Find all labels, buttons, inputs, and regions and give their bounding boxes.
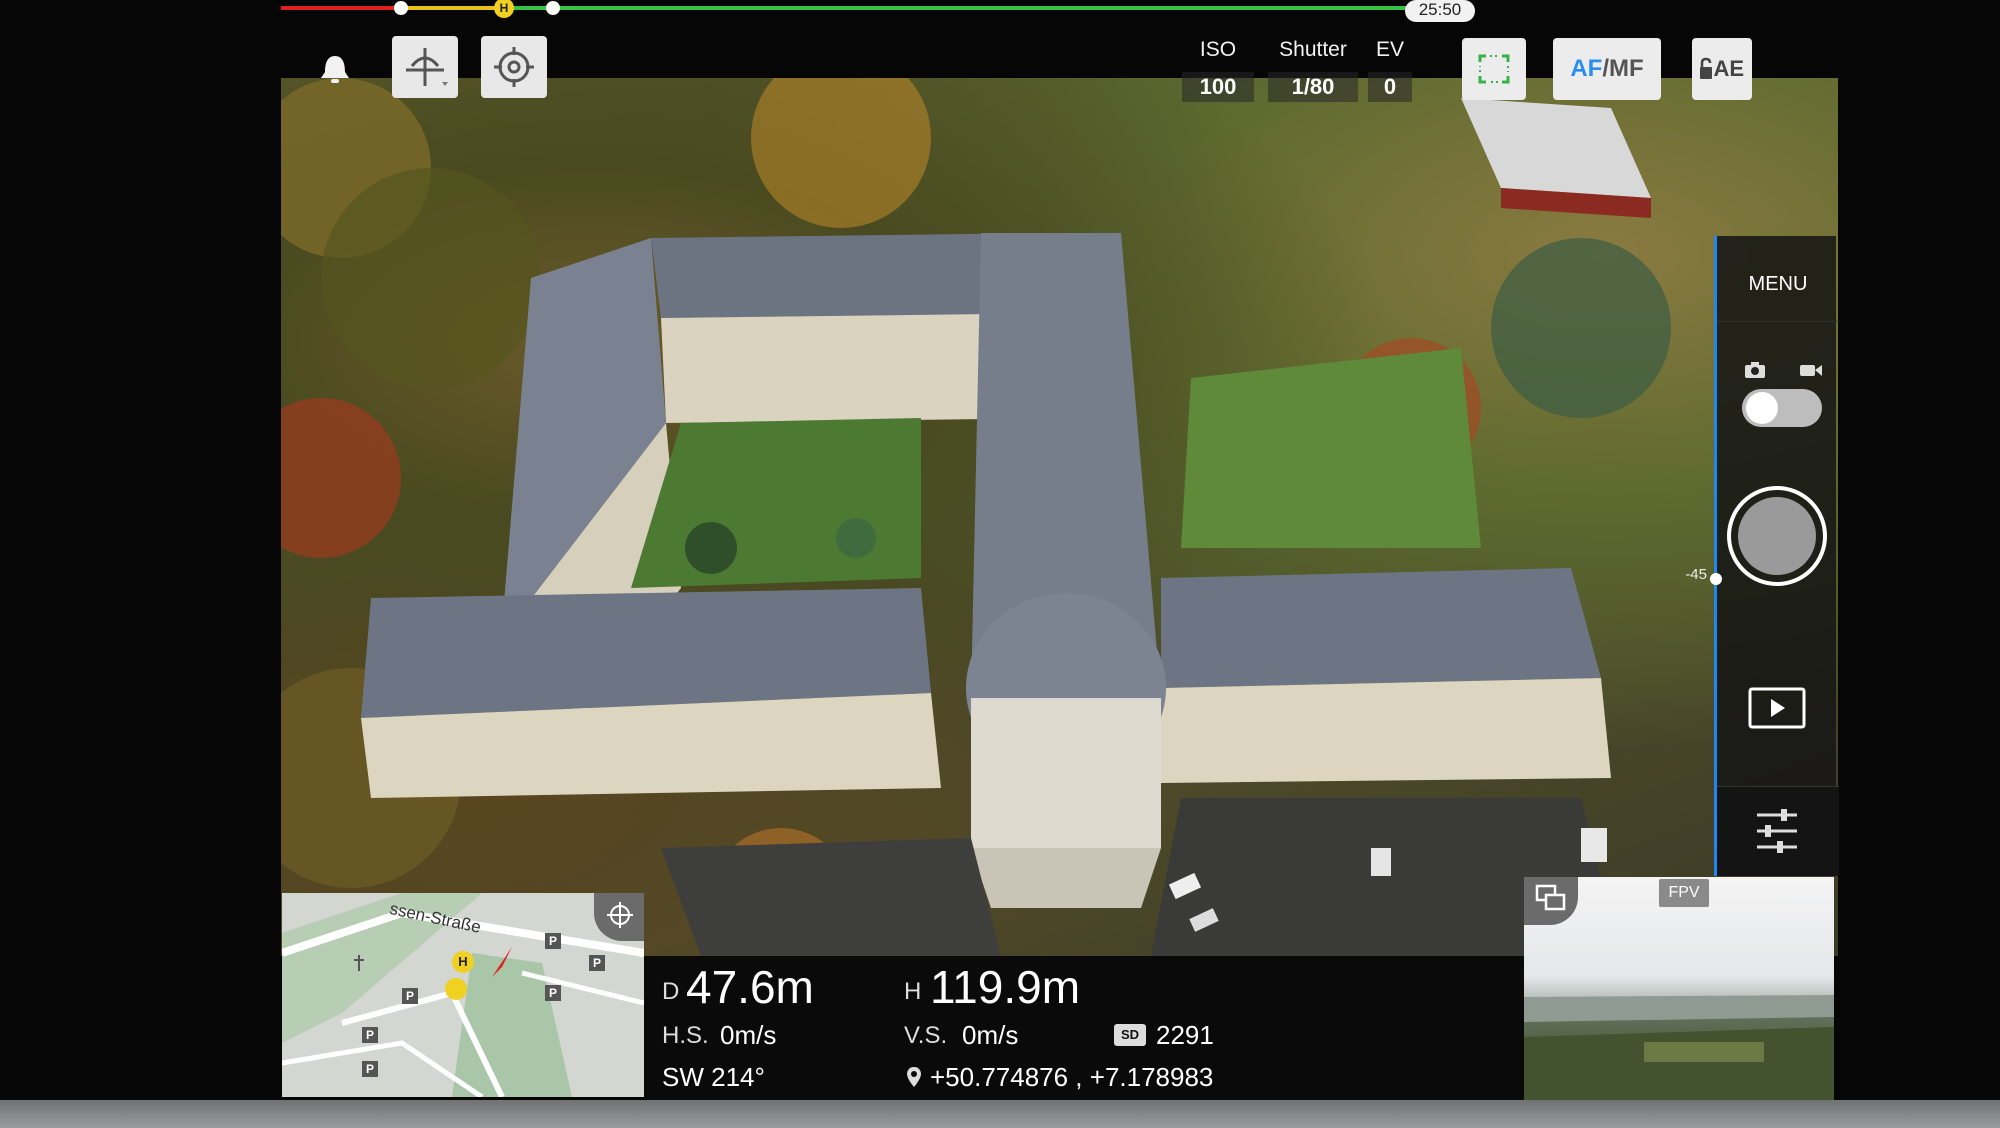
photo-video-switch[interactable] (1742, 389, 1822, 427)
bell-icon[interactable] (315, 50, 355, 90)
parking-marker: P (402, 988, 418, 1004)
sd-card-icon: SD (1114, 1024, 1146, 1046)
sliders-icon (1757, 809, 1797, 853)
crosshair-icon (607, 902, 633, 928)
ev-label: EV (1375, 38, 1404, 61)
heading-value: SW 214° (662, 1062, 765, 1092)
parking-marker: P (362, 1027, 378, 1043)
monitor-bezel (0, 1100, 2000, 1128)
settings-button[interactable] (1717, 786, 1839, 876)
distance-value: 47.6m (686, 961, 814, 1013)
gimbal-pitch-handle[interactable] (1710, 573, 1722, 585)
shutter-inner (1738, 497, 1816, 575)
mf-label: /MF (1602, 55, 1644, 82)
ev-group: EV 0 (1368, 38, 1412, 102)
shutter-label: Shutter (1279, 38, 1347, 61)
af-label: AF (1570, 55, 1603, 82)
exposure-readout[interactable]: ISO 100 Shutter 1/80 EV 0 (1182, 38, 1417, 108)
ev-value: 0 (1368, 72, 1412, 102)
parking-marker: P (362, 1061, 378, 1077)
camera-feed[interactable] (281, 78, 1838, 956)
fpv-label: FPV (1659, 879, 1709, 907)
video-icon (1800, 365, 1822, 376)
swap-view-icon (1535, 884, 1566, 911)
screen: H 25:50 ISO 100 Shutter 1/80 EV 0 AF/MF … (0, 0, 2000, 1128)
sd-remaining-value: 2291 (1156, 1020, 1214, 1050)
camera-icon (1745, 362, 1765, 378)
cross-icon (354, 955, 364, 971)
mini-map[interactable]: ssen-Straße H P P P P P P (282, 893, 644, 1097)
ae-lock-button[interactable]: AE (1692, 38, 1752, 100)
home-point-marker: H (452, 951, 474, 973)
distance-prefix: D (662, 978, 680, 1005)
target-icon (494, 47, 534, 87)
vs-label: V.S. (904, 1022, 948, 1049)
gimbal-mode-button[interactable] (392, 36, 458, 98)
playback-button[interactable] (1747, 686, 1807, 730)
aircraft-arrow-icon (492, 947, 512, 977)
camera-panel: MENU -45 (1685, 236, 1839, 876)
return-home-marker: H (494, 0, 514, 18)
iso-label: ISO (1199, 38, 1237, 61)
fpv-preview[interactable]: FPV (1524, 877, 1834, 1102)
battery-timeline (281, 1, 1411, 15)
hs-value: 0m/s (720, 1020, 777, 1050)
aerial-view (281, 78, 1671, 956)
iso-group: ISO 100 (1182, 38, 1254, 102)
focus-frame-button[interactable] (1462, 38, 1526, 100)
remaining-flight-time: 25:50 (1405, 0, 1475, 22)
menu-button[interactable]: MENU (1717, 236, 1839, 322)
battery-remaining-segment (506, 6, 1411, 10)
battery-critical-segment (281, 6, 401, 10)
switch-knob (1746, 392, 1778, 424)
parking-marker: P (545, 933, 561, 949)
parking-marker: P (589, 955, 605, 971)
vs-value: 0m/s (962, 1020, 1019, 1050)
battery-low-segment (401, 6, 506, 10)
lock-icon (1700, 57, 1712, 79)
location-pin-icon (907, 1067, 921, 1087)
remote-controller-marker (445, 978, 467, 1000)
ae-label: AE (1713, 56, 1744, 81)
shutter-button[interactable] (1727, 486, 1827, 586)
af-mf-toggle[interactable]: AF/MF (1553, 38, 1661, 100)
critical-marker (394, 1, 408, 15)
telemetry-panel: D 47.6m H 119.9m H.S. 0m/s V.S. 0m/s SD … (644, 956, 1524, 1101)
gps-coordinates: +50.774876 , +7.178983 (930, 1062, 1214, 1092)
height-value: 119.9m (930, 961, 1081, 1013)
height-prefix: H (904, 978, 922, 1005)
gimbal-angle-value: -45 (1685, 566, 1707, 583)
parking-marker: P (545, 985, 561, 1001)
gimbal-mode-icon (406, 48, 448, 86)
iso-value: 100 (1182, 72, 1254, 102)
shutter-group: Shutter 1/80 (1268, 38, 1358, 102)
focus-frame-icon (1478, 54, 1510, 84)
playback-icon (1748, 687, 1806, 729)
current-marker (546, 1, 560, 15)
hs-label: H.S. (662, 1022, 709, 1049)
shutter-value: 1/80 (1268, 72, 1358, 102)
target-mode-button[interactable] (481, 36, 547, 98)
